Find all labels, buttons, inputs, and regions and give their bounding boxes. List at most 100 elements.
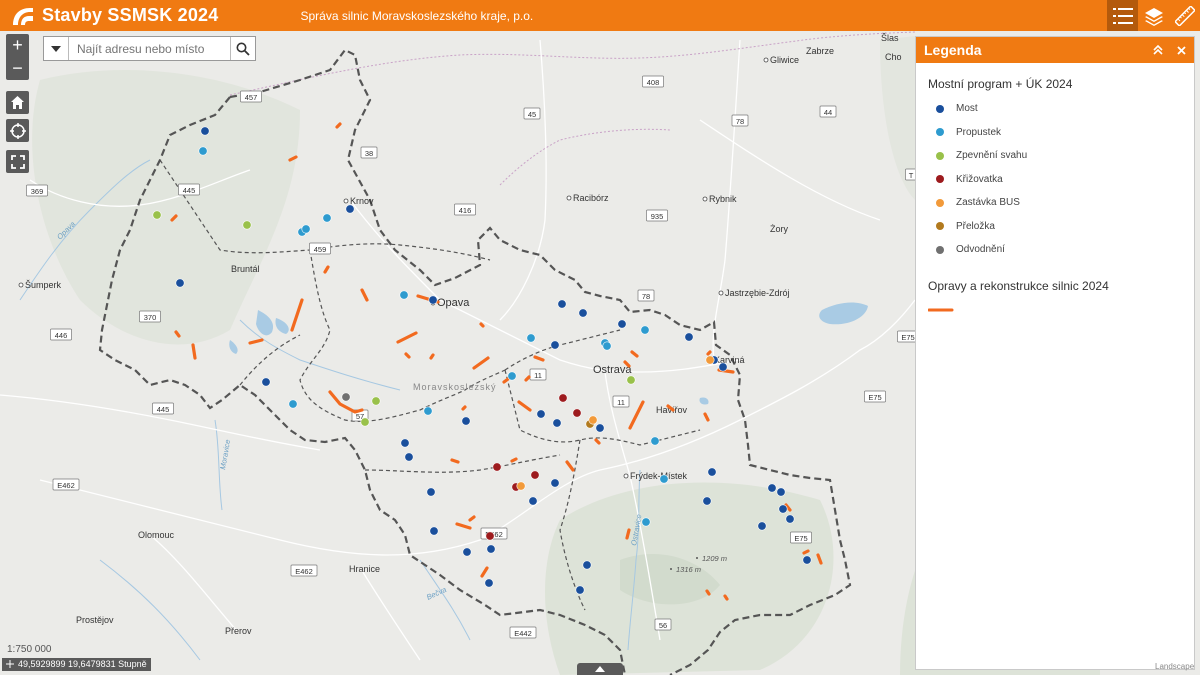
project-point[interactable]: [550, 478, 560, 488]
project-point[interactable]: [526, 333, 536, 343]
repair-line-swatch: [928, 308, 954, 312]
project-point[interactable]: [530, 470, 540, 480]
project-point[interactable]: [641, 517, 651, 527]
project-point[interactable]: [516, 481, 526, 491]
repair-segment[interactable]: [191, 343, 197, 360]
project-point[interactable]: [578, 308, 588, 318]
project-point[interactable]: [345, 204, 355, 214]
project-point[interactable]: [659, 474, 669, 484]
repair-segment[interactable]: [723, 594, 729, 601]
project-point[interactable]: [371, 396, 381, 406]
project-point[interactable]: [757, 521, 767, 531]
project-point[interactable]: [558, 393, 568, 403]
project-point[interactable]: [485, 531, 495, 541]
search-source-dropdown[interactable]: [44, 37, 69, 60]
road-shield-label: 56: [659, 621, 667, 630]
repair-segment[interactable]: [802, 549, 810, 555]
layers-button[interactable]: [1138, 0, 1169, 31]
project-point[interactable]: [322, 213, 332, 223]
project-point[interactable]: [175, 278, 185, 288]
project-point[interactable]: [582, 560, 592, 570]
project-point[interactable]: [423, 406, 433, 416]
project-point[interactable]: [718, 362, 728, 372]
locate-button[interactable]: [6, 119, 29, 142]
spot-height-label: 1209 m: [702, 554, 727, 563]
layers-icon: [1144, 7, 1163, 26]
app-header: Stavby SSMSK 2024 Správa silnic Moravsko…: [0, 0, 1200, 31]
project-point[interactable]: [492, 462, 502, 472]
home-button[interactable]: [6, 91, 29, 114]
project-point[interactable]: [785, 514, 795, 524]
project-point[interactable]: [767, 483, 777, 493]
project-point[interactable]: [301, 224, 311, 234]
coordinate-readout[interactable]: 49,5929899 19,6479831 Stupně: [2, 658, 151, 671]
project-point[interactable]: [650, 436, 660, 446]
project-point[interactable]: [242, 220, 252, 230]
project-point[interactable]: [707, 467, 717, 477]
repair-segment[interactable]: [461, 405, 467, 411]
repair-segment[interactable]: [479, 322, 485, 328]
project-point[interactable]: [776, 487, 786, 497]
close-button[interactable]: [1177, 45, 1186, 55]
project-point[interactable]: [702, 496, 712, 506]
repair-segment[interactable]: [625, 528, 631, 540]
search-button[interactable]: [230, 37, 255, 60]
project-point[interactable]: [399, 290, 409, 300]
repair-segment[interactable]: [705, 589, 711, 596]
project-point[interactable]: [360, 417, 370, 427]
project-point[interactable]: [461, 416, 471, 426]
project-point[interactable]: [705, 355, 715, 365]
project-point[interactable]: [484, 578, 494, 588]
repair-segment[interactable]: [429, 353, 435, 360]
zoom-control: + −: [6, 34, 29, 80]
project-point[interactable]: [617, 319, 627, 329]
repair-segment[interactable]: [510, 457, 518, 463]
project-point[interactable]: [200, 126, 210, 136]
project-point[interactable]: [152, 210, 162, 220]
project-point[interactable]: [572, 408, 582, 418]
fullscreen-button[interactable]: [6, 150, 29, 173]
repair-segment[interactable]: [524, 375, 531, 382]
zoom-out-button[interactable]: −: [6, 57, 29, 80]
project-point[interactable]: [428, 295, 438, 305]
project-point[interactable]: [626, 375, 636, 385]
project-point[interactable]: [198, 146, 208, 156]
project-point[interactable]: [404, 452, 414, 462]
project-point[interactable]: [684, 332, 694, 342]
project-point[interactable]: [486, 544, 496, 554]
project-point[interactable]: [426, 487, 436, 497]
project-point[interactable]: [528, 496, 538, 506]
project-point[interactable]: [341, 392, 351, 402]
zoom-in-button[interactable]: +: [6, 34, 29, 57]
legend-toggle-button[interactable]: [1107, 0, 1138, 31]
project-point[interactable]: [640, 325, 650, 335]
project-point[interactable]: [400, 438, 410, 448]
project-point[interactable]: [778, 504, 788, 514]
city-label: Ostrava: [593, 364, 632, 376]
measure-button[interactable]: [1169, 0, 1200, 31]
collapse-button[interactable]: [1153, 45, 1163, 55]
project-point[interactable]: [288, 399, 298, 409]
road-shield-label: 457: [245, 93, 258, 102]
repair-segment[interactable]: [706, 350, 712, 356]
project-point[interactable]: [552, 418, 562, 428]
repair-segment[interactable]: [594, 438, 601, 445]
project-point[interactable]: [575, 585, 585, 595]
project-point[interactable]: [802, 555, 812, 565]
attribute-table-toggle[interactable]: [577, 663, 623, 675]
repair-segment[interactable]: [404, 352, 411, 359]
project-point[interactable]: [507, 371, 517, 381]
project-point[interactable]: [536, 409, 546, 419]
project-point[interactable]: [595, 423, 605, 433]
project-point[interactable]: [602, 341, 612, 351]
project-point[interactable]: [261, 377, 271, 387]
project-point[interactable]: [557, 299, 567, 309]
repair-segment[interactable]: [450, 458, 460, 464]
project-point[interactable]: [429, 526, 439, 536]
project-point[interactable]: [588, 415, 598, 425]
search-input[interactable]: [69, 37, 230, 60]
repair-segment[interactable]: [335, 122, 342, 129]
road-shield: 457: [240, 90, 262, 103]
project-point[interactable]: [550, 340, 560, 350]
project-point[interactable]: [462, 547, 472, 557]
